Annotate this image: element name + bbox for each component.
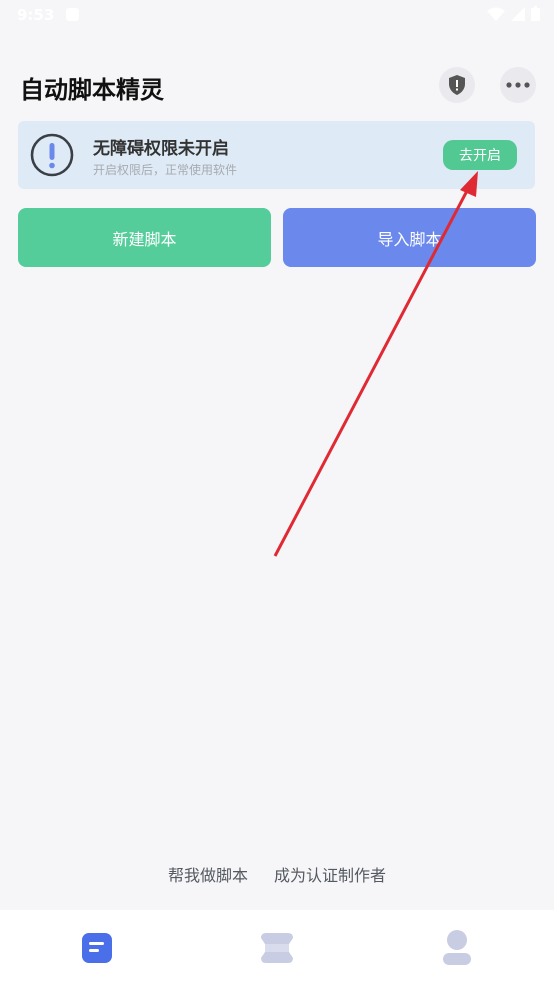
accessibility-banner: 无障碍权限未开启 开启权限后，正常使用软件 去开启 — [18, 121, 535, 189]
shield-alert-icon — [449, 75, 465, 95]
import-script-button[interactable]: 导入脚本 — [283, 208, 536, 267]
nav-tab-scripts[interactable] — [77, 930, 117, 966]
nav-tab-market[interactable] — [257, 930, 297, 966]
layers-icon — [261, 933, 293, 963]
exclamation-circle-icon — [30, 133, 74, 177]
more-button[interactable] — [500, 67, 536, 103]
notification-icon — [66, 8, 79, 21]
permission-shield-button[interactable] — [439, 67, 475, 103]
bottom-nav — [0, 910, 554, 984]
wifi-icon — [487, 7, 505, 21]
status-icons — [487, 6, 540, 21]
app-title: 自动脚本精灵 — [20, 76, 164, 104]
person-icon — [443, 930, 471, 965]
battery-icon — [531, 6, 540, 21]
script-list-icon — [82, 933, 112, 963]
become-certified-author-link[interactable]: 成为认证制作者 — [274, 862, 386, 886]
banner-title: 无障碍权限未开启 — [93, 139, 229, 159]
help-make-script-link[interactable]: 帮我做脚本 — [168, 862, 248, 886]
nav-tab-profile[interactable] — [437, 930, 477, 966]
footer-links: 帮我做脚本 成为认证制作者 — [0, 862, 554, 886]
status-time: 9:53 — [17, 6, 55, 24]
status-bar: 9:53 — [0, 0, 554, 30]
enable-permission-button[interactable]: 去开启 — [443, 140, 517, 170]
more-dots-icon — [506, 82, 530, 88]
banner-subtitle: 开启权限后，正常使用软件 — [93, 163, 238, 177]
signal-icon — [511, 6, 525, 21]
new-script-button[interactable]: 新建脚本 — [18, 208, 271, 267]
